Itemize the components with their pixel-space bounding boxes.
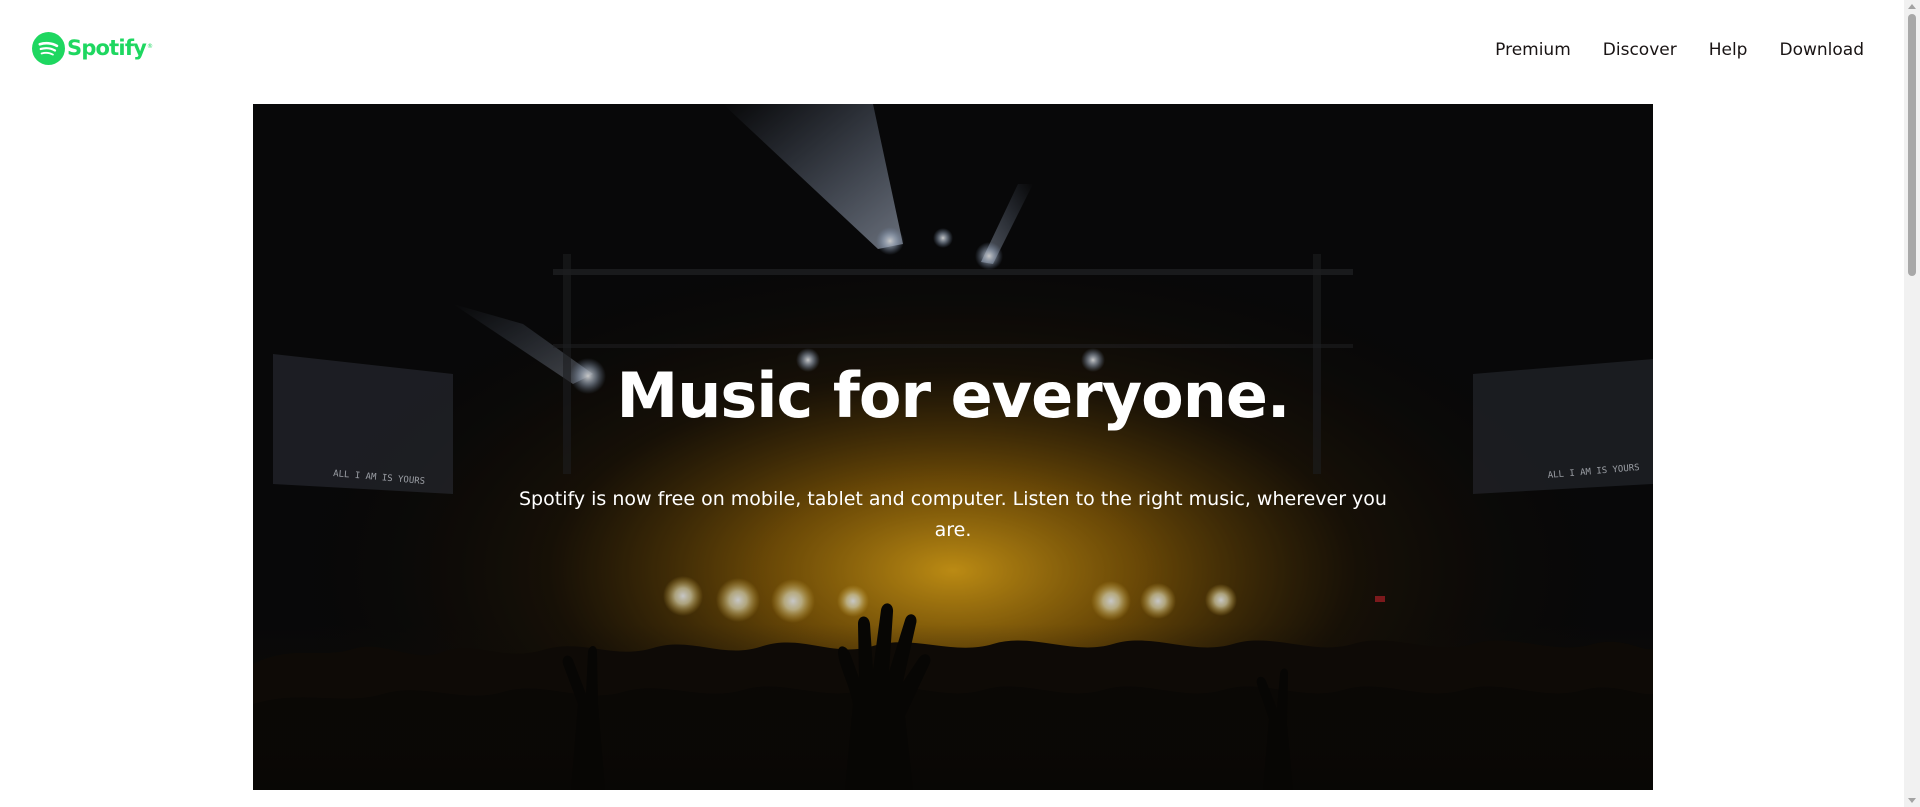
nav-link-download[interactable]: Download: [1779, 38, 1864, 62]
hero-content: Music for everyone. Spotify is now free …: [253, 104, 1653, 790]
spotify-logo-icon: [32, 32, 65, 65]
site-header: Spotify ® Premium Discover Help Download: [0, 0, 1904, 104]
main-nav: Premium Discover Help Download: [1495, 38, 1864, 62]
hero-title: Music for everyone.: [616, 359, 1291, 432]
hero-section: ALL I AM IS YOURS ALL I AM IS YOURS Musi…: [253, 104, 1653, 790]
spotify-logo[interactable]: Spotify ®: [32, 32, 153, 65]
nav-link-discover[interactable]: Discover: [1603, 38, 1677, 62]
trademark-symbol: ®: [147, 43, 154, 50]
page: Spotify ® Premium Discover Help Download: [0, 0, 1920, 807]
scroll-thumb[interactable]: [1908, 14, 1916, 276]
nav-link-premium[interactable]: Premium: [1495, 38, 1571, 62]
scroll-up-arrow-icon[interactable]: [1908, 4, 1916, 9]
logo-wordmark: Spotify: [67, 36, 147, 60]
hero-subtitle: Spotify is now free on mobile, tablet an…: [519, 488, 1387, 541]
nav-link-help[interactable]: Help: [1709, 38, 1748, 62]
page-scrollbar[interactable]: [1904, 0, 1920, 807]
scroll-down-arrow-icon[interactable]: [1908, 798, 1916, 803]
